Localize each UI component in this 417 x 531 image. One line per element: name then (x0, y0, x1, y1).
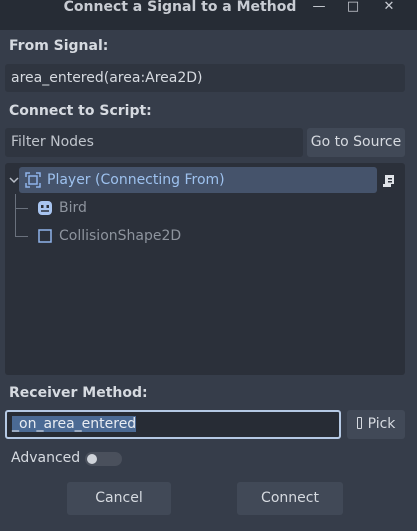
pick-icon (356, 417, 362, 429)
node-tree[interactable]: Player (Connecting From) Bird CollisionS… (5, 163, 405, 375)
tree-item-collisionshape2d[interactable]: CollisionShape2D (59, 223, 181, 249)
from-signal-label: From Signal: (9, 38, 109, 54)
tree-connector (15, 208, 28, 237)
advanced-toggle[interactable] (85, 452, 122, 466)
connect-to-script-label: Connect to Script: (9, 103, 152, 119)
toggle-knob (87, 454, 97, 464)
filter-nodes-input[interactable]: Filter Nodes (5, 128, 303, 157)
script-icon[interactable] (382, 172, 398, 188)
go-to-source-button[interactable]: Go to Source (307, 128, 405, 157)
receiver-method-value: _on_area_entered (12, 416, 137, 432)
close-button[interactable]: ✕ (376, 0, 402, 16)
window-titlebar[interactable]: Connect a Signal to a Method — □ ✕ (0, 0, 417, 30)
connect-button[interactable]: Connect (237, 482, 343, 515)
chevron-down-icon[interactable] (9, 176, 19, 184)
advanced-label: Advanced (11, 450, 81, 466)
minimize-button[interactable]: — (306, 0, 332, 16)
receiver-method-label: Receiver Method: (9, 385, 148, 401)
tree-item-player[interactable]: Player (Connecting From) (47, 167, 225, 193)
sprite-icon (38, 201, 52, 215)
from-signal-value: area_entered(area:Area2D) (5, 64, 405, 92)
pick-button[interactable]: Pick (347, 410, 405, 439)
area2d-icon (25, 172, 41, 188)
maximize-button[interactable]: □ (340, 0, 366, 16)
connect-signal-dialog: From Signal: area_entered(area:Area2D) C… (0, 30, 417, 531)
pick-label: Pick (367, 416, 396, 432)
collisionshape-icon (38, 229, 52, 243)
tree-connector (15, 194, 28, 209)
receiver-method-input[interactable]: _on_area_entered (5, 410, 341, 439)
cancel-button[interactable]: Cancel (67, 482, 171, 515)
tree-item-bird[interactable]: Bird (59, 195, 87, 221)
